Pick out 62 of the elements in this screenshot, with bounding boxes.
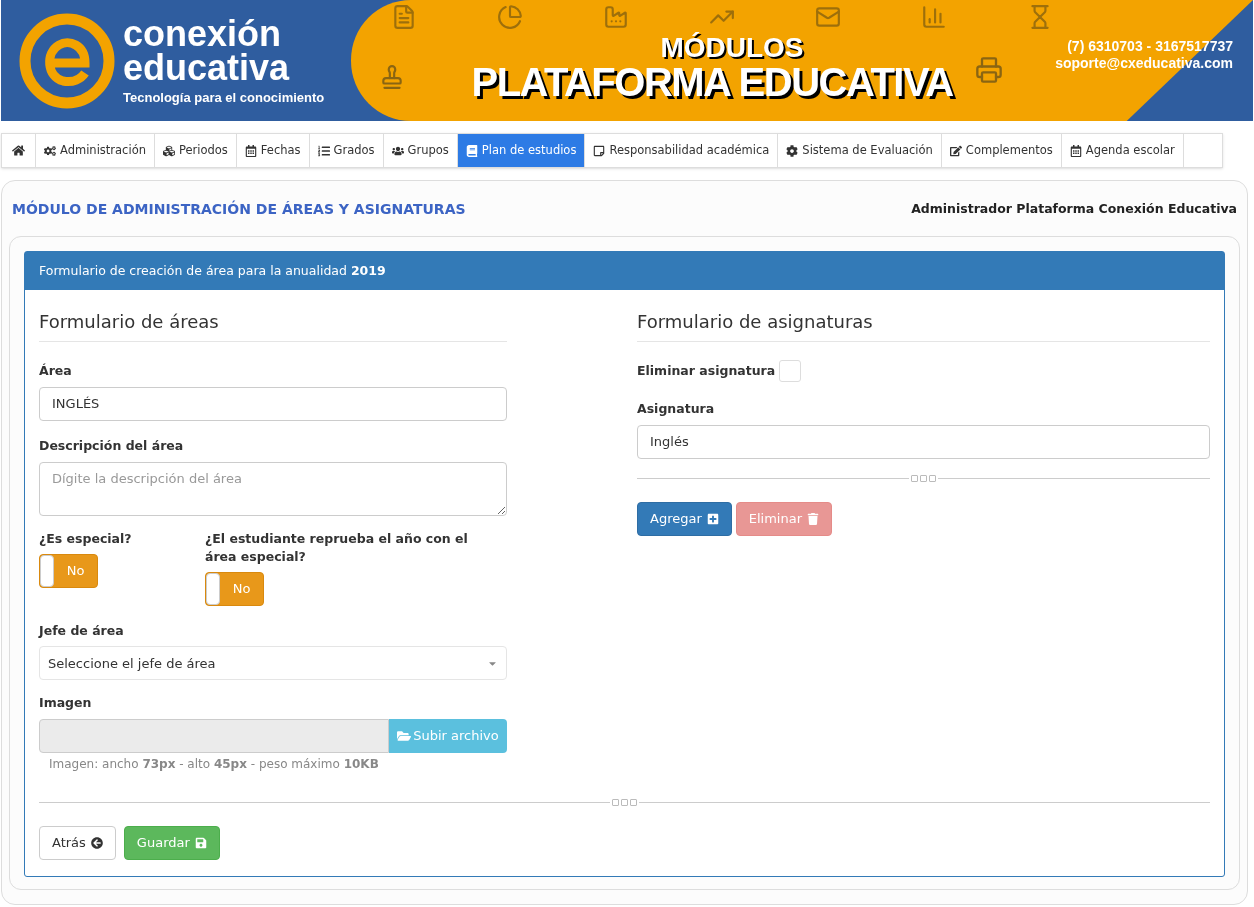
gears-icon [44, 144, 56, 157]
field-label: ¿El estudiante reprueba el año con el área especial? [205, 529, 469, 566]
page-title: MÓDULO DE ADMINISTRACIÓN DE ÁREAS Y ASIGNATURAS [12, 199, 466, 219]
nav-tab[interactable]: Plan de estudios [457, 134, 586, 167]
list-icon [317, 144, 330, 157]
divider-ornament [610, 799, 639, 806]
calendar-icon [244, 144, 257, 157]
field-label: Eliminar asignatura [637, 361, 776, 380]
document-icon [391, 4, 417, 30]
area-head-select[interactable]: Seleccione el jefe de área [39, 646, 507, 681]
field-label: Imagen [39, 694, 93, 713]
pie-chart-icon [497, 4, 523, 30]
nav-tab[interactable]: Complementos [941, 134, 1062, 167]
file-input[interactable] [39, 719, 389, 753]
factory-icon [603, 4, 629, 30]
users-icon [391, 144, 404, 157]
nav-tab[interactable]: Responsabilidad académica [585, 134, 779, 167]
logo-text: educativa [123, 51, 291, 85]
nav-tab[interactable]: Sistema de Evaluación [778, 134, 942, 167]
cubes-icon [162, 144, 175, 157]
field-label: ¿Es especial? [39, 529, 133, 548]
arrow-left-icon [90, 837, 103, 849]
printer-icon [975, 56, 1003, 84]
description-field[interactable]: Dígite la descripción del área [39, 461, 507, 516]
nav-tab[interactable]: Administración [36, 134, 155, 167]
image-hint: Imagen: ancho 73px - alto 45px - peso máximo 10KB [49, 756, 380, 773]
banner-title: PLATAFORMA EDUCATIVA [471, 61, 953, 102]
folder-icon [397, 729, 412, 743]
tagline: Tecnología para el conocimiento [123, 91, 325, 104]
field-label: Jefe de área [39, 621, 125, 640]
note-icon [593, 144, 606, 157]
calendar-icon [1069, 144, 1082, 157]
mail-icon [815, 4, 841, 30]
edit-icon [949, 144, 962, 157]
logo-text: conexión [123, 17, 282, 51]
field-label: Área [39, 362, 73, 380]
divider-ornament [909, 474, 938, 482]
nav-tab[interactable]: Grados [309, 134, 384, 167]
field-label: Asignatura [637, 400, 716, 418]
settings-icon [786, 144, 799, 157]
plus-icon [706, 512, 719, 525]
back-button[interactable]: Atrás [39, 826, 116, 860]
stamp-icon [379, 64, 405, 90]
panel-heading: Formulario de creación de área para la anualidad 2019 [39, 261, 386, 280]
section-title: Formulario de asignaturas [637, 308, 1210, 342]
user-name: Administrador Plataforma Conexión Educativa [911, 200, 1237, 219]
field-label: Descripción del área [39, 436, 185, 455]
nav-tab[interactable]: Fechas [236, 134, 310, 167]
delete-checkbox[interactable] [779, 360, 802, 382]
trash-icon [807, 512, 820, 525]
nav-tab[interactable]: Periodos [154, 134, 237, 167]
add-button[interactable]: Agregar [637, 501, 732, 536]
banner-kicker: MÓDULOS [660, 33, 804, 62]
book-icon [465, 144, 478, 157]
section-title: Formulario de áreas [39, 308, 507, 342]
bar-chart-icon [921, 4, 947, 30]
area-input[interactable]: INGLÉS [39, 386, 507, 421]
nav-tab[interactable]: Grupos [383, 134, 458, 167]
nav-tab[interactable]: Agenda escolar [1061, 134, 1184, 167]
logo-icon [19, 12, 115, 109]
home-icon [12, 144, 25, 157]
subject-input[interactable]: Inglés [637, 424, 1210, 459]
